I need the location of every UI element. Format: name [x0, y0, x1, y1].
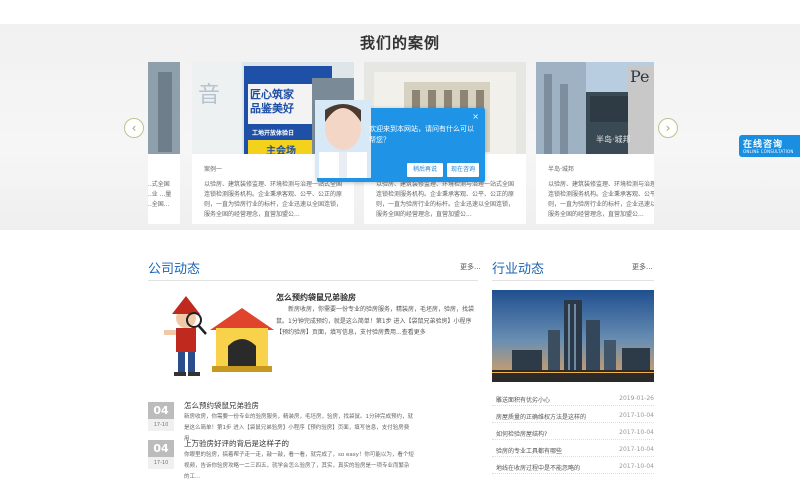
- industry-news-more-link[interactable]: 更多...: [632, 262, 653, 272]
- industry-news-item-title[interactable]: 验房的专业工具都有哪些: [496, 446, 562, 455]
- consult-label-en: ONLINE CONSULTATION: [743, 149, 794, 154]
- chevron-left-icon: ‹: [131, 121, 137, 135]
- date-day: 04: [148, 440, 174, 457]
- date-month: 17-10: [148, 419, 174, 431]
- divider: [148, 280, 478, 281]
- case-image: Pe 半岛·城邦: [536, 62, 654, 154]
- news-summary: 你眼里的验房，搞着帮子走一走，敲一敲，看一看，就完成了，so easy！你可能以…: [184, 452, 414, 480]
- industry-news-item-date: 2017-10-04: [619, 463, 654, 470]
- list-item[interactable]: 如何检验房屋结构? 2017-10-04: [492, 427, 654, 440]
- industry-news-item-date: 2019-01-26: [619, 395, 654, 402]
- industry-news-item-date: 2017-10-04: [619, 429, 654, 436]
- later-button[interactable]: 稍后再说: [407, 163, 443, 177]
- online-consult-button[interactable]: 在线咨询 ONLINE CONSULTATION: [739, 135, 800, 157]
- industry-news-item-title[interactable]: 房屋质量的正确维权方法是这样的: [496, 412, 586, 421]
- divider: [492, 280, 654, 281]
- close-icon[interactable]: ×: [472, 112, 479, 121]
- list-item[interactable]: 04 17-10 怎么预约袋鼠兄弟验房 新房收房，你需要一份专业的验房服务，精装…: [148, 400, 478, 442]
- case-card[interactable]: ...式全国 ...业 ...量 ...全国...: [148, 62, 180, 224]
- industry-image[interactable]: [492, 290, 654, 382]
- list-item[interactable]: 雕送面积有优劣小心 2019-01-26: [492, 393, 654, 406]
- case-caption: 半岛·城邦: [548, 166, 574, 173]
- date-day: 04: [148, 402, 174, 419]
- industry-news-item-date: 2017-10-04: [619, 412, 654, 419]
- list-item[interactable]: 房屋质量的正确维权方法是这样的 2017-10-04: [492, 410, 654, 423]
- case-caption: 案例一: [204, 166, 223, 173]
- welcome-dialog: × 欢迎来到本网站，请问有什么可以帮您？ 稍后再说 现在咨询: [315, 100, 485, 182]
- company-news-more-link[interactable]: 更多...: [460, 262, 481, 272]
- case-desc: 以验房、建筑装修监理、环境检测与治理一站式全国连锁检测服务机构。企业秉承客观、公…: [204, 181, 343, 218]
- list-item[interactable]: 04 17-10 上万验房好评的背后是这样子的 你眼里的验房，搞着帮子走一走，敲…: [148, 438, 478, 480]
- svg-text:Pe: Pe: [630, 67, 650, 86]
- case-sign-text: 匠心筑家 品鉴美好: [250, 88, 294, 115]
- list-item[interactable]: 验房的专业工具都有哪些 2017-10-04: [492, 444, 654, 457]
- chevron-right-icon: ›: [665, 121, 671, 135]
- industry-news-item-title[interactable]: 地线在收房过程中是不能忽略的: [496, 463, 580, 472]
- list-item[interactable]: 地线在收房过程中是不能忽略的 2017-10-04: [492, 461, 654, 474]
- case-desc: ...式全国 ...业 ...量 ...全国...: [148, 181, 172, 208]
- consult-now-button[interactable]: 现在咨询: [447, 163, 479, 177]
- dialog-message: 欢迎来到本网站，请问有什么可以帮您？: [369, 125, 474, 144]
- carousel-next-button[interactable]: ›: [658, 118, 678, 138]
- industry-news-item-title[interactable]: 如何检验房屋结构?: [496, 429, 547, 438]
- highlight-text: 新房收房，你需要一份专业的验房服务，精装房，毛坯房，验房，找袋鼠。1分钟完成预约…: [276, 306, 475, 336]
- svg-text:音: 音: [198, 83, 220, 108]
- industry-news-item-title[interactable]: 雕送面积有优劣小心: [496, 395, 550, 404]
- service-avatar: [315, 100, 371, 178]
- date-badge: 04 17-10: [148, 440, 174, 470]
- date-badge: 04 17-10: [148, 402, 174, 432]
- cases-title: 我们的案例: [359, 34, 440, 52]
- news-title[interactable]: 上万验房好评的背后是这样子的: [184, 438, 289, 449]
- company-news-title: 公司动态: [148, 262, 201, 277]
- case-image: [148, 62, 180, 154]
- highlight-title[interactable]: 怎么预约袋鼠兄弟验房: [276, 292, 356, 303]
- case-desc: 以验房、建筑装修监理、环境检测与治理一站式全国连锁检测服务机构。企业秉承客观、公…: [376, 181, 515, 218]
- industry-news-title: 行业动态: [492, 262, 545, 277]
- svg-text:半岛·城邦: 半岛·城邦: [596, 134, 631, 144]
- date-month: 17-10: [148, 457, 174, 469]
- case-sign-sub: 工地开放体验日: [252, 130, 295, 137]
- industry-news-item-date: 2017-10-04: [619, 446, 654, 453]
- news-title[interactable]: 怎么预约袋鼠兄弟验房: [184, 400, 259, 411]
- highlight-image[interactable]: [150, 286, 276, 382]
- carousel-prev-button[interactable]: ‹: [124, 118, 144, 138]
- case-card[interactable]: Pe 半岛·城邦 半岛·城邦 以验房、建筑装修监理、环境检测与治理一站式全国连锁…: [536, 62, 654, 224]
- case-sign-main: 主会场: [266, 146, 296, 154]
- case-desc: 以验房、建筑装修监理、环境检测与治理一站式全国连锁检测服务机构。企业秉承客观、公…: [548, 181, 654, 218]
